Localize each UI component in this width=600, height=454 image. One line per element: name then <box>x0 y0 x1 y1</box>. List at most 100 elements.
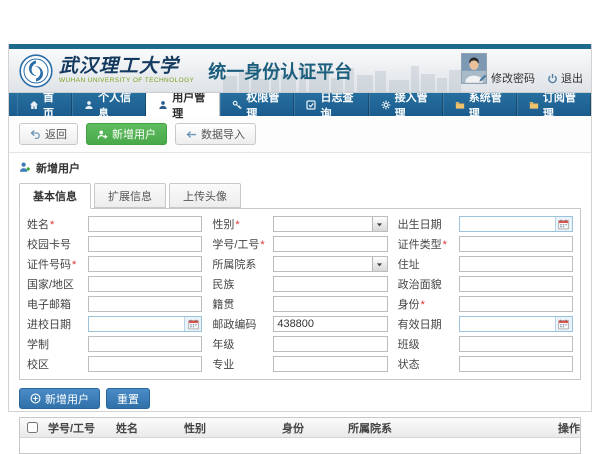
form-cell: 班级 <box>398 336 573 352</box>
id-type-field-input[interactable] <box>460 237 572 251</box>
submit-add-user-button[interactable]: 新增用户 <box>19 388 100 409</box>
major-field-input[interactable] <box>274 357 386 371</box>
back-button[interactable]: 返回 <box>19 123 78 145</box>
user-form: 姓名*性别*出生日期校园卡号学号/工号*证件类型*证件号码*所属院系住址国家/地… <box>19 208 581 380</box>
campus-field-input[interactable] <box>89 357 201 371</box>
native-place-field-input[interactable] <box>274 297 386 311</box>
form-cell: 民族 <box>212 276 387 292</box>
gender-select-input[interactable] <box>274 217 371 231</box>
table-column-header-2: 姓名 <box>112 420 180 436</box>
change-password-link[interactable]: 修改密码 <box>478 70 535 86</box>
nav-tab-7[interactable]: 系统管理 <box>443 93 517 116</box>
address-field-input[interactable] <box>460 257 572 271</box>
nav-tab-8[interactable]: 订阅管理 <box>517 93 591 116</box>
form-cell: 籍贯 <box>212 296 387 312</box>
campus-card-field <box>88 236 202 252</box>
schooling-length-field-input[interactable] <box>89 337 201 351</box>
folder-icon <box>455 100 465 110</box>
country-field-label: 国家/地区 <box>27 276 84 292</box>
main-nav: 首页个人信息用户管理权限管理日志查询接入管理系统管理订阅管理 <box>9 93 591 116</box>
nav-tab-5[interactable]: 日志查询 <box>294 93 368 116</box>
postal-code-field-label: 邮政编码 <box>212 316 269 332</box>
nav-tab-label: 用户管理 <box>172 89 208 121</box>
postal-code-field-input[interactable] <box>274 317 386 331</box>
chevron-down-icon[interactable] <box>372 257 387 271</box>
campus-field <box>88 356 202 372</box>
nav-tab-label: 权限管理 <box>246 89 282 121</box>
grade-field-input[interactable] <box>274 337 386 351</box>
email-field-label: 电子邮箱 <box>27 296 84 312</box>
campus-field-label: 校区 <box>27 356 84 372</box>
tab-3[interactable]: 上传头像 <box>169 183 241 208</box>
political-status-field-input[interactable] <box>460 277 572 291</box>
checklist-icon <box>306 100 316 110</box>
form-cell: 年级 <box>212 336 387 352</box>
status-field-input[interactable] <box>460 357 572 371</box>
required-asterisk: * <box>72 259 76 271</box>
form-cell: 出生日期 <box>398 216 573 232</box>
nav-tab-1[interactable]: 首页 <box>17 93 72 116</box>
valid-date-field-input[interactable] <box>460 317 555 331</box>
name-field-input[interactable] <box>89 217 201 231</box>
grade-field-label: 年级 <box>212 336 269 352</box>
university-name: 武汉理工大学 <box>59 57 194 77</box>
calendar-icon[interactable] <box>555 217 572 231</box>
birth-date-field-input[interactable] <box>460 217 555 231</box>
add-user-toolbar-button[interactable]: 新增用户 <box>86 123 167 145</box>
header-links: 修改密码 退出 <box>478 70 583 86</box>
form-cell: 证件号码* <box>27 256 202 272</box>
select-all-checkbox[interactable] <box>27 422 38 433</box>
table-column-header-4: 身份 <box>278 420 344 436</box>
campus-card-field-input[interactable] <box>89 237 201 251</box>
ethnicity-field <box>273 276 387 292</box>
reset-button[interactable]: 重置 <box>106 388 150 409</box>
tab-2[interactable]: 扩展信息 <box>94 183 166 208</box>
logout-link[interactable]: 退出 <box>547 70 583 86</box>
political-status-field-label: 政治面貌 <box>398 276 455 292</box>
identity-field-input[interactable] <box>460 297 572 311</box>
form-cell: 住址 <box>398 256 573 272</box>
email-field-input[interactable] <box>89 297 201 311</box>
id-number-field-input[interactable] <box>89 257 201 271</box>
department-select <box>273 256 387 272</box>
form-cell: 学制 <box>27 336 202 352</box>
identity-field <box>459 296 573 312</box>
university-title-block: 武汉理工大学 WUHAN UNIVERSITY OF TECHNOLOGY <box>59 57 194 84</box>
name-field-label: 姓名* <box>27 216 84 232</box>
nav-tab-3[interactable]: 用户管理 <box>146 93 220 116</box>
form-cell: 校园卡号 <box>27 236 202 252</box>
form-cell: 专业 <box>212 356 387 372</box>
university-name-en: WUHAN UNIVERSITY OF TECHNOLOGY <box>59 77 194 84</box>
empty-table-row <box>20 438 580 453</box>
tab-1[interactable]: 基本信息 <box>19 183 91 209</box>
department-select-input[interactable] <box>274 257 371 271</box>
logout-label: 退出 <box>561 70 583 86</box>
entry-date-field-input[interactable] <box>89 317 184 331</box>
calendar-icon[interactable] <box>184 317 201 331</box>
entry-date-field-label: 进校日期 <box>27 316 84 332</box>
nav-tab-6[interactable]: 接入管理 <box>369 93 443 116</box>
form-cell: 国家/地区 <box>27 276 202 292</box>
data-import-button[interactable]: 数据导入 <box>175 123 256 145</box>
folder-icon <box>529 100 539 110</box>
native-place-field-label: 籍贯 <box>212 296 269 312</box>
nav-tab-4[interactable]: 权限管理 <box>220 93 294 116</box>
country-field <box>88 276 202 292</box>
nav-tab-label: 日志查询 <box>320 89 356 121</box>
student-id-field-input[interactable] <box>274 237 386 251</box>
grade-field <box>273 336 387 352</box>
nav-tab-2[interactable]: 个人信息 <box>72 93 146 116</box>
postal-code-field <box>273 316 387 332</box>
results-table: 学号/工号姓名性别身份所属院系操作 <box>19 417 581 454</box>
required-asterisk: * <box>443 239 447 251</box>
schooling-length-field-label: 学制 <box>27 336 84 352</box>
table-column-header-5: 所属院系 <box>344 420 554 436</box>
form-cell: 姓名* <box>27 216 202 232</box>
class-field-input[interactable] <box>460 337 572 351</box>
ethnicity-field-input[interactable] <box>274 277 386 291</box>
birth-date-field <box>459 216 573 232</box>
calendar-icon[interactable] <box>555 317 572 331</box>
country-field-input[interactable] <box>89 277 201 291</box>
chevron-down-icon[interactable] <box>372 217 387 231</box>
person-icon <box>84 100 94 110</box>
